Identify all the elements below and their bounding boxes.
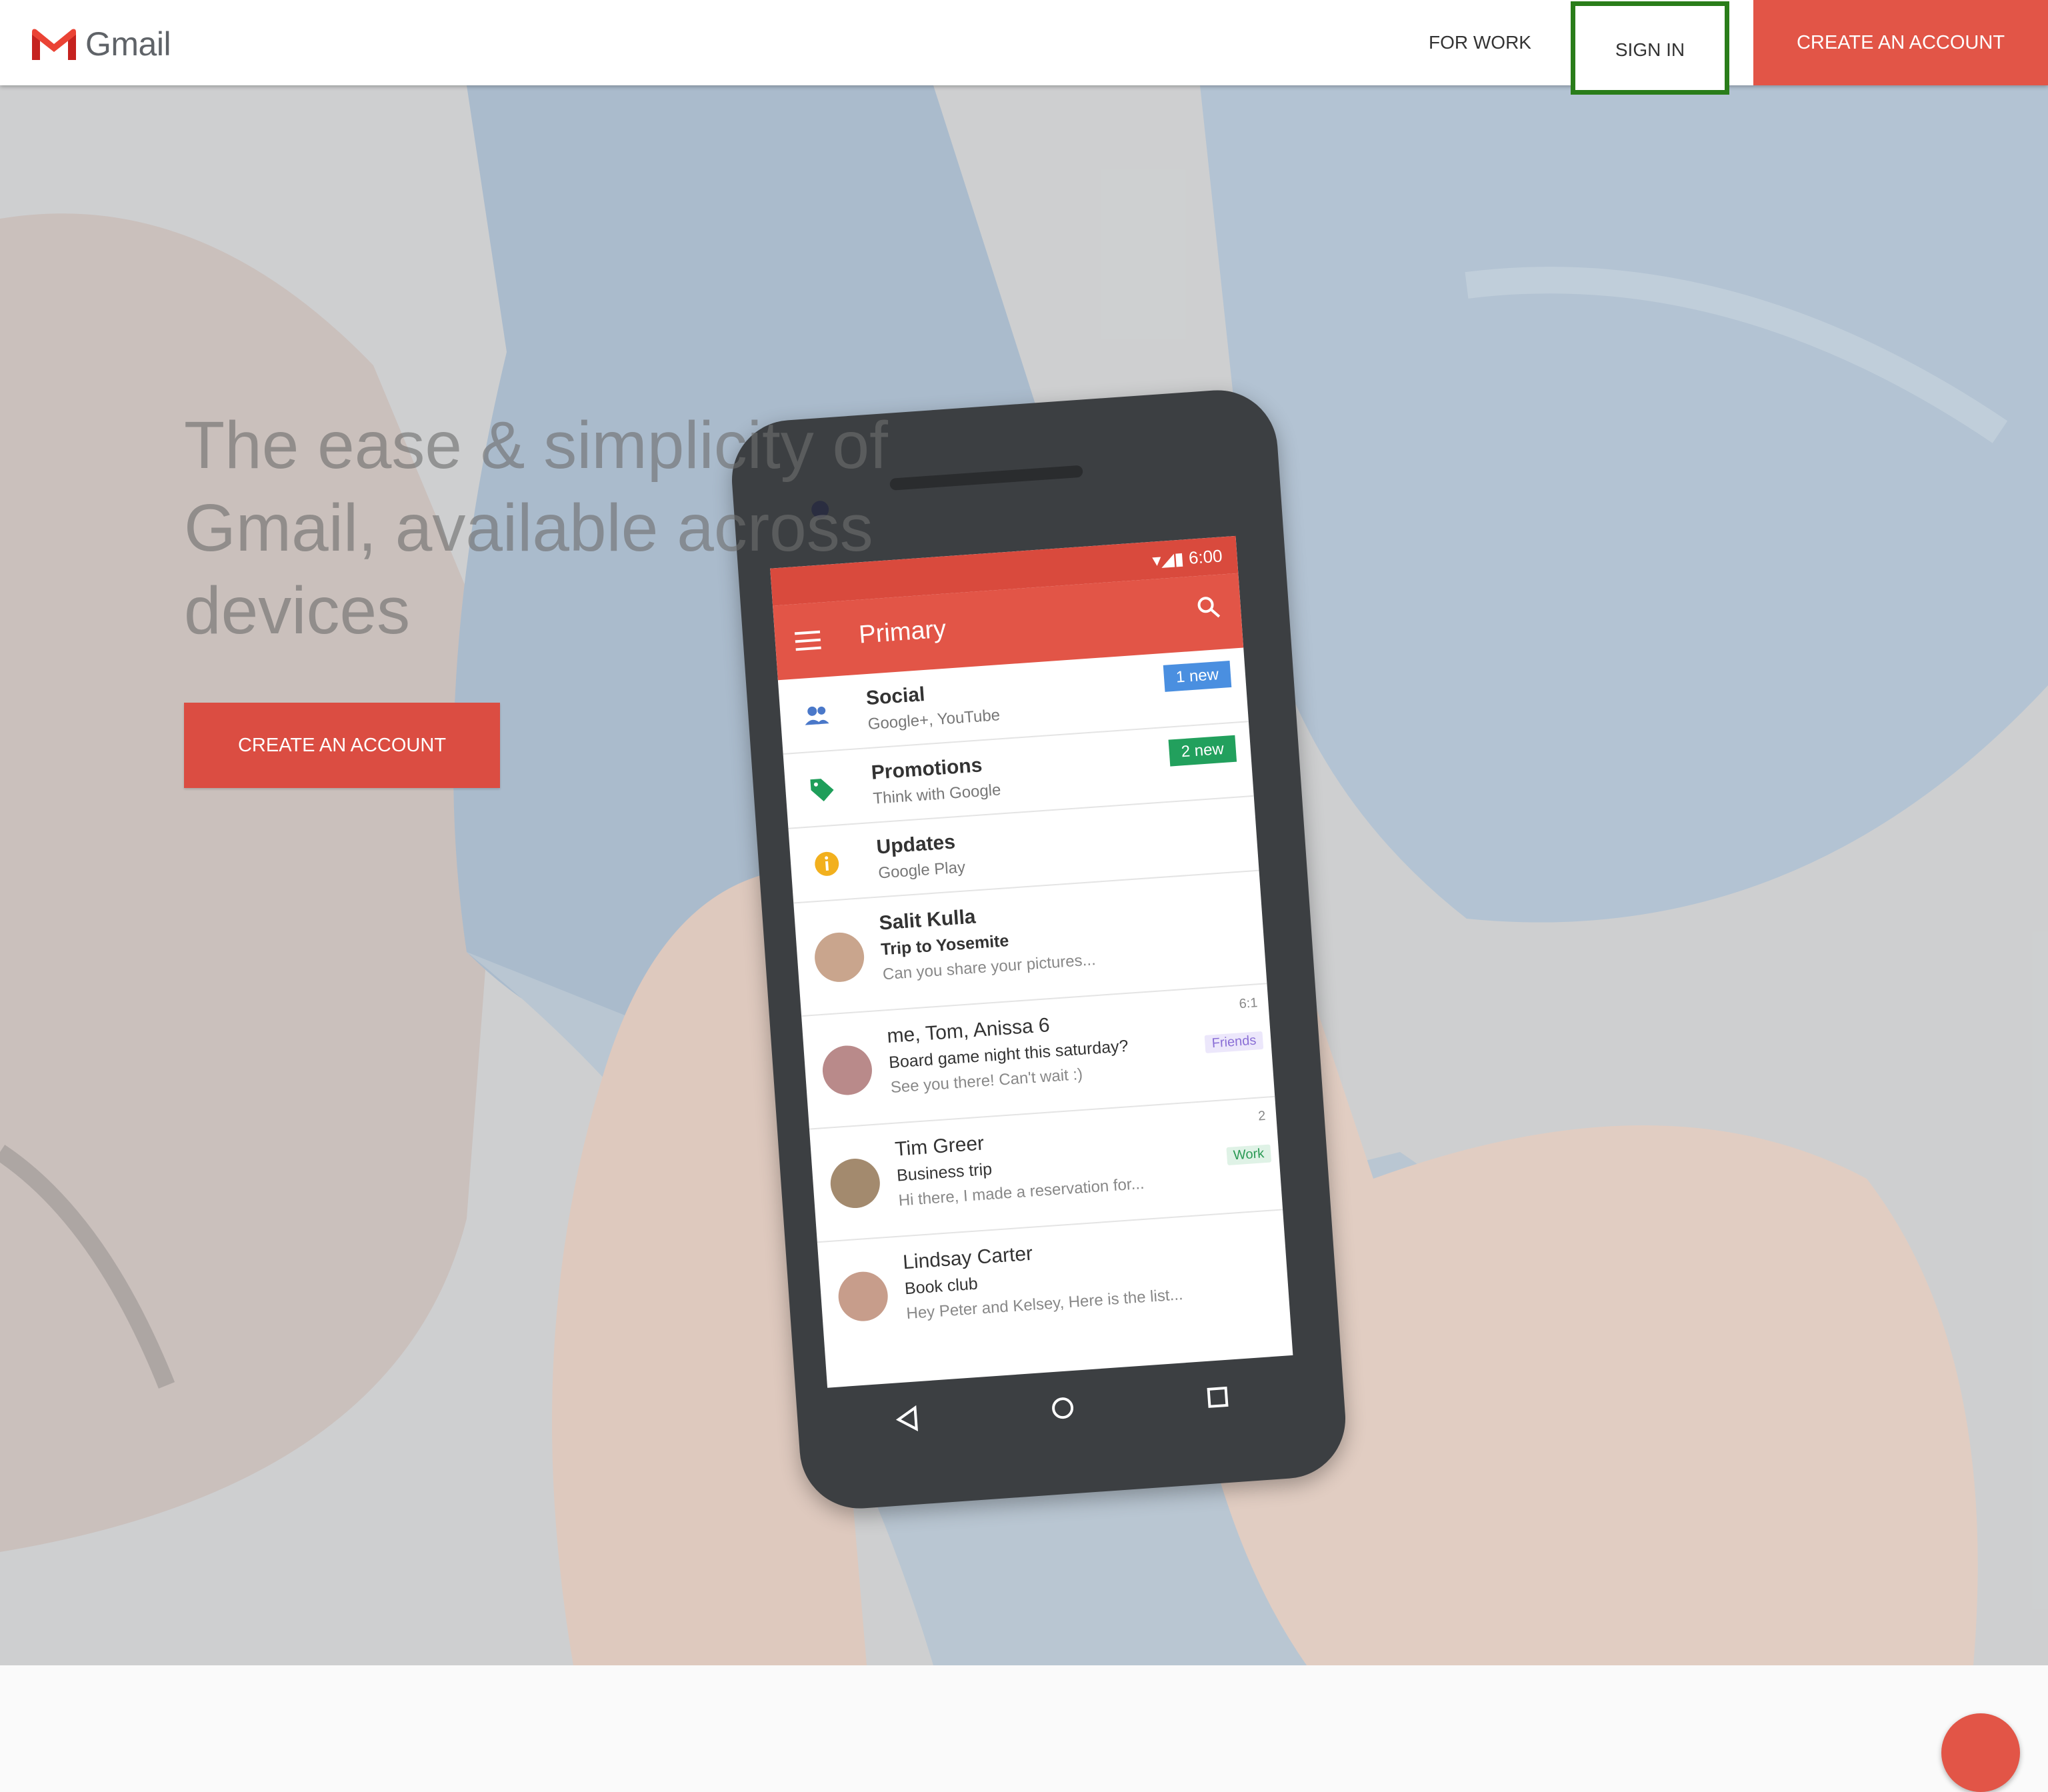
new-count-badge: 1 new [1163,660,1232,692]
home-circle-icon [1052,1397,1074,1419]
email-time: 6:1 [1238,995,1259,1012]
avatar [837,1270,890,1323]
wifi-icon: ▾◢▮ [1151,547,1190,571]
email-sender: Salit Kulla [878,905,977,935]
hero-create-account-button[interactable]: CREATE AN ACCOUNT [184,703,500,788]
hero-section: ▾◢▮ 6:00 Primary Social Google+, YouTube… [0,85,2048,1665]
status-time: 6:00 [1187,545,1223,568]
updates-info-icon [815,851,839,876]
category-name: Promotions [870,754,983,784]
category-name: Social [865,683,926,710]
phone-screen: ▾◢▮ 6:00 Primary Social Google+, YouTube… [770,535,1293,1388]
email-subject: Business trip [896,1159,993,1185]
promotions-tag-icon [810,779,834,801]
category-name: Updates [875,831,956,859]
category-sub: Google+, YouTube [867,706,1001,734]
label-tag: Work [1226,1144,1272,1166]
floating-action-button[interactable] [1941,1713,2020,1792]
header-create-account-button[interactable]: CREATE AN ACCOUNT [1753,0,2048,85]
social-people-icon [805,706,829,725]
gmail-logo[interactable]: Gmail [31,25,171,63]
hero-headline: The ease & simplicity of Gmail, availabl… [184,408,888,648]
brand-name: Gmail [85,25,171,63]
search-icon [1197,597,1221,618]
label-tag: Friends [1204,1031,1264,1053]
back-triangle-icon [895,1405,918,1431]
email-time: 2 [1257,1108,1267,1124]
category-sub: Think with Google [872,781,1002,808]
avatar [813,931,866,984]
gmail-m-icon [32,28,76,60]
avatar [821,1043,874,1097]
email-sender: Lindsay Carter [902,1242,1034,1274]
new-count-badge: 2 new [1168,735,1237,767]
for-work-link[interactable]: FOR WORK [1407,0,1553,85]
recents-square-icon [1207,1386,1229,1408]
email-sender: Tim Greer [894,1132,985,1161]
avatar [829,1157,882,1210]
category-sub: Google Play [877,858,966,883]
email-sender: me, Tom, Anissa 6 [886,1014,1051,1048]
email-subject: Book club [904,1274,979,1299]
email-subject: Trip to Yosemite [880,931,1010,959]
sign-in-link[interactable]: SIGN IN [1571,1,1729,95]
top-header: Gmail FOR WORK SIGN IN CREATE AN ACCOUNT [0,0,2048,95]
